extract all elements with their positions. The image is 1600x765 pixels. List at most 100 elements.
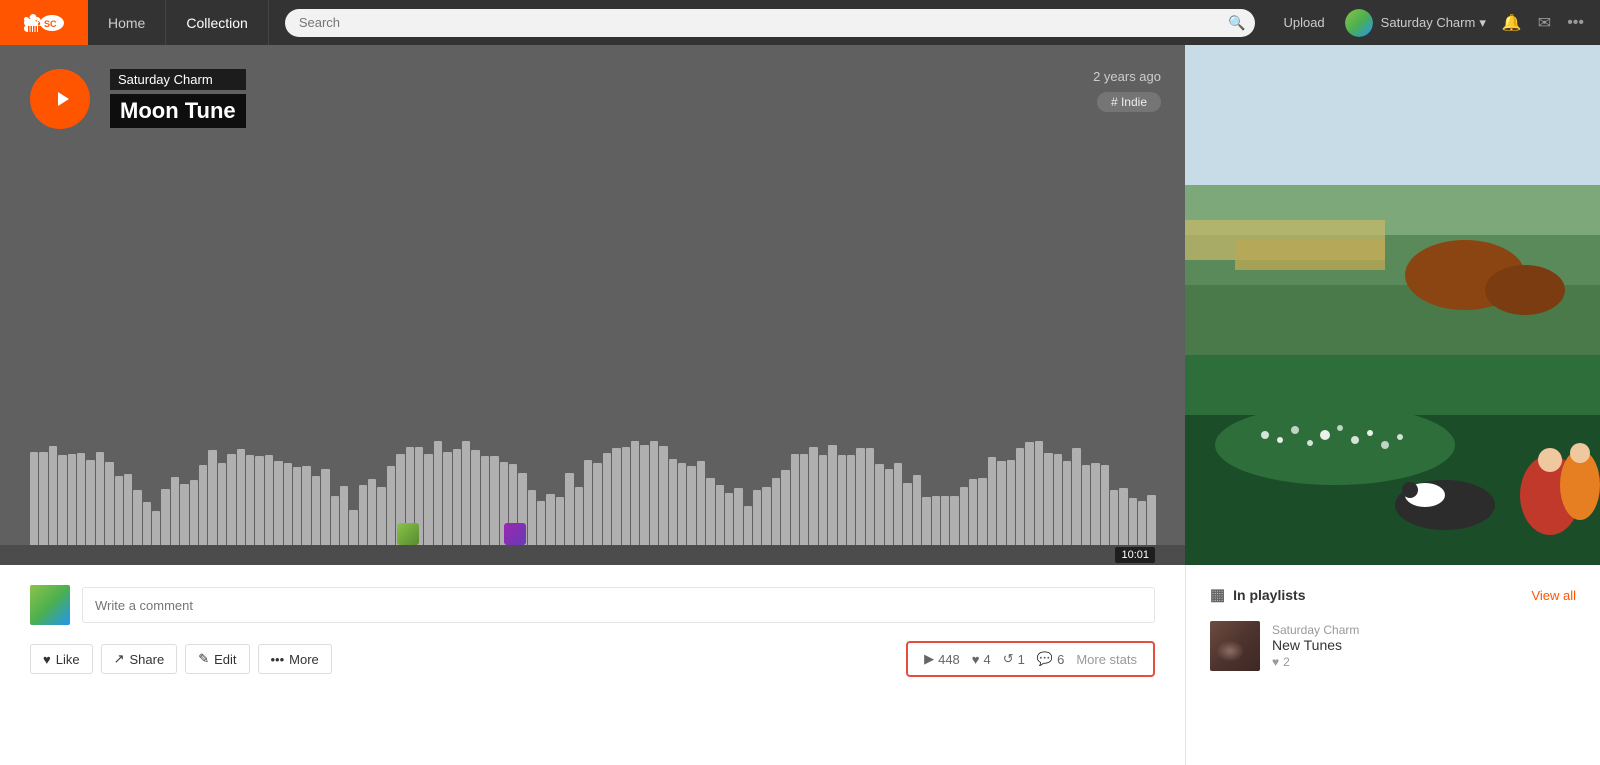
waveform-bar[interactable] — [462, 441, 470, 546]
waveform-bar[interactable] — [49, 446, 57, 545]
like-button[interactable]: ♥ Like — [30, 644, 93, 674]
waveform-bar[interactable] — [1016, 448, 1024, 545]
waveform-bar[interactable] — [349, 510, 357, 545]
waveform-bar[interactable] — [622, 447, 630, 545]
waveform-bar[interactable] — [753, 490, 761, 545]
waveform-bar[interactable] — [678, 463, 686, 545]
nav-collection[interactable]: Collection — [166, 0, 268, 45]
waveform-bar[interactable] — [1025, 442, 1033, 545]
waveform-bar[interactable] — [1119, 488, 1127, 545]
more-button[interactable]: ••• More — [258, 644, 332, 674]
waveform-bar[interactable] — [152, 511, 160, 545]
waveform-bar[interactable] — [631, 441, 639, 546]
waveform-bar[interactable] — [978, 478, 986, 545]
waveform-bar[interactable] — [190, 480, 198, 545]
waveform-bar[interactable] — [847, 455, 855, 545]
waveform-bar[interactable] — [68, 454, 76, 545]
waveform-bar[interactable] — [772, 478, 780, 545]
waveform-bar[interactable] — [913, 475, 921, 545]
waveform-bar[interactable] — [377, 487, 385, 545]
waveform-bar[interactable] — [331, 496, 339, 545]
nav-home[interactable]: Home — [88, 0, 166, 45]
waveform-bar[interactable] — [86, 460, 94, 545]
waveform-bar[interactable] — [603, 453, 611, 545]
waveform-bar[interactable] — [490, 456, 498, 545]
waveform-bar[interactable] — [1129, 498, 1137, 545]
waveform-bar[interactable] — [143, 502, 151, 545]
waveform-bar[interactable] — [105, 462, 113, 545]
waveform-bar[interactable] — [697, 461, 705, 545]
waveform-bar[interactable] — [1110, 490, 1118, 545]
waveform-bar[interactable] — [960, 487, 968, 545]
notifications-bell-icon[interactable]: 🔔 — [1498, 9, 1526, 37]
waveform-bar[interactable] — [565, 473, 573, 545]
waveform-bar[interactable] — [593, 463, 601, 545]
waveform-bar[interactable] — [950, 496, 958, 545]
soundcloud-logo[interactable]: SC — [0, 0, 88, 45]
waveform-bar[interactable] — [1007, 460, 1015, 545]
comment-bubble-2[interactable] — [504, 523, 526, 545]
waveform-bar[interactable] — [706, 478, 714, 545]
waveform-bar[interactable] — [424, 454, 432, 545]
waveform-bar[interactable] — [1082, 465, 1090, 545]
genre-tag[interactable]: # Indie — [1097, 92, 1161, 112]
waveform-bar[interactable] — [640, 445, 648, 545]
waveform-bar[interactable] — [124, 474, 132, 545]
waveform-bar[interactable] — [227, 454, 235, 545]
upload-button[interactable]: Upload — [1271, 15, 1336, 30]
waveform-bar[interactable] — [1054, 454, 1062, 545]
waveform-bar[interactable] — [434, 441, 442, 546]
playlist-name[interactable]: New Tunes — [1272, 637, 1576, 653]
waveform-bar[interactable] — [669, 459, 677, 545]
waveform-bar[interactable] — [368, 479, 376, 545]
waveform-bar[interactable] — [199, 465, 207, 545]
waveform-bar[interactable] — [866, 448, 874, 545]
search-input[interactable] — [285, 9, 1256, 37]
waveform-bar[interactable] — [791, 454, 799, 545]
edit-button[interactable]: ✎ Edit — [185, 644, 249, 674]
waveform-bar[interactable] — [302, 466, 310, 545]
waveform-bar[interactable] — [30, 452, 38, 545]
waveform-bar[interactable] — [265, 455, 273, 545]
waveform-bar[interactable] — [481, 456, 489, 545]
waveform-bar[interactable] — [312, 476, 320, 545]
waveform-bar[interactable] — [96, 452, 104, 545]
waveform-bar[interactable] — [1091, 463, 1099, 545]
waveform-bar[interactable] — [1044, 453, 1052, 545]
waveform-bar[interactable] — [828, 445, 836, 545]
waveform-bar[interactable] — [716, 485, 724, 545]
waveform-bar[interactable] — [903, 483, 911, 545]
waveform-bar[interactable] — [659, 446, 667, 545]
waveform-bar[interactable] — [556, 497, 564, 545]
waveform-bar[interactable] — [575, 487, 583, 545]
waveform-bar[interactable] — [77, 453, 85, 545]
waveform-bar[interactable] — [161, 489, 169, 545]
waveform-bar[interactable] — [274, 461, 282, 545]
waveform-bar[interactable] — [284, 463, 292, 545]
waveform-bar[interactable] — [1147, 495, 1155, 545]
waveform-bar[interactable] — [988, 457, 996, 545]
waveform-bar[interactable] — [246, 455, 254, 545]
waveform-bar[interactable] — [894, 463, 902, 545]
waveform-bar[interactable] — [387, 466, 395, 545]
waveform-bar[interactable] — [856, 448, 864, 545]
waveform-bar[interactable] — [321, 469, 329, 545]
waveform-bar[interactable] — [997, 461, 1005, 545]
waveform-bar[interactable] — [180, 484, 188, 545]
waveform-bar[interactable] — [734, 488, 742, 545]
waveform-bar[interactable] — [1035, 441, 1043, 546]
waveform-bar[interactable] — [809, 447, 817, 545]
play-button[interactable] — [30, 69, 90, 129]
messages-mail-icon[interactable]: ✉ — [1534, 9, 1555, 37]
waveform-bar[interactable] — [293, 467, 301, 545]
waveform-bar[interactable] — [885, 469, 893, 545]
waveform-bar[interactable] — [237, 449, 245, 545]
waveform-bar[interactable] — [744, 506, 752, 545]
waveform-bar[interactable] — [1063, 461, 1071, 545]
waveform-canvas[interactable] — [0, 435, 1185, 545]
waveform-bar[interactable] — [443, 452, 451, 545]
waveform-bar[interactable] — [453, 449, 461, 545]
waveform-bar[interactable] — [969, 479, 977, 545]
waveform-bar[interactable] — [875, 464, 883, 545]
waveform-bar[interactable] — [941, 496, 949, 545]
